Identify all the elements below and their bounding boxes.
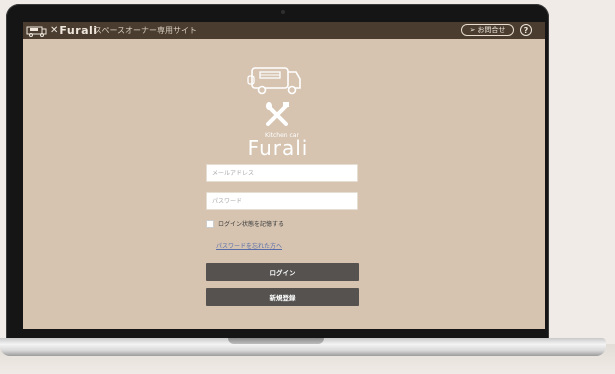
- cutlery-icon: ✕: [50, 25, 59, 36]
- remember-label: ログイン状態を記憶する: [218, 221, 285, 228]
- furali-logo: Kitchen car Furali: [247, 67, 309, 160]
- contact-label: お問合せ: [477, 26, 506, 34]
- webcam-icon: [281, 10, 285, 14]
- header-brand-name: Furali: [59, 24, 98, 37]
- site-title: スペースオーナー専用サイト: [94, 26, 198, 35]
- browser-viewport: ✕ Furali スペースオーナー専用サイト ➢ お問合せ ? Kitchen …: [23, 22, 545, 329]
- food-truck-icon: [26, 26, 47, 37]
- remember-me[interactable]: ログイン状態を記憶する: [206, 219, 284, 228]
- remember-checkbox[interactable]: [206, 219, 214, 228]
- email-field[interactable]: [206, 164, 358, 182]
- password-field[interactable]: [206, 192, 358, 210]
- logo-name: Furali: [248, 136, 309, 160]
- laptop-bezel: ✕ Furali スペースオーナー専用サイト ➢ お問合せ ? Kitchen …: [6, 4, 549, 341]
- register-button[interactable]: 新規登録: [206, 288, 359, 306]
- send-icon: ➢: [469, 26, 476, 34]
- login-button[interactable]: ログイン: [206, 263, 359, 281]
- header-brand-logo[interactable]: ✕ Furali: [26, 24, 98, 37]
- contact-button[interactable]: ➢ お問合せ: [461, 24, 514, 36]
- forgot-password-link[interactable]: パスワードを忘れた方へ: [216, 241, 282, 250]
- site-header: ✕ Furali スペースオーナー専用サイト ➢ お問合せ ?: [23, 22, 545, 39]
- laptop-notch: [228, 338, 324, 344]
- help-icon[interactable]: ?: [520, 24, 532, 36]
